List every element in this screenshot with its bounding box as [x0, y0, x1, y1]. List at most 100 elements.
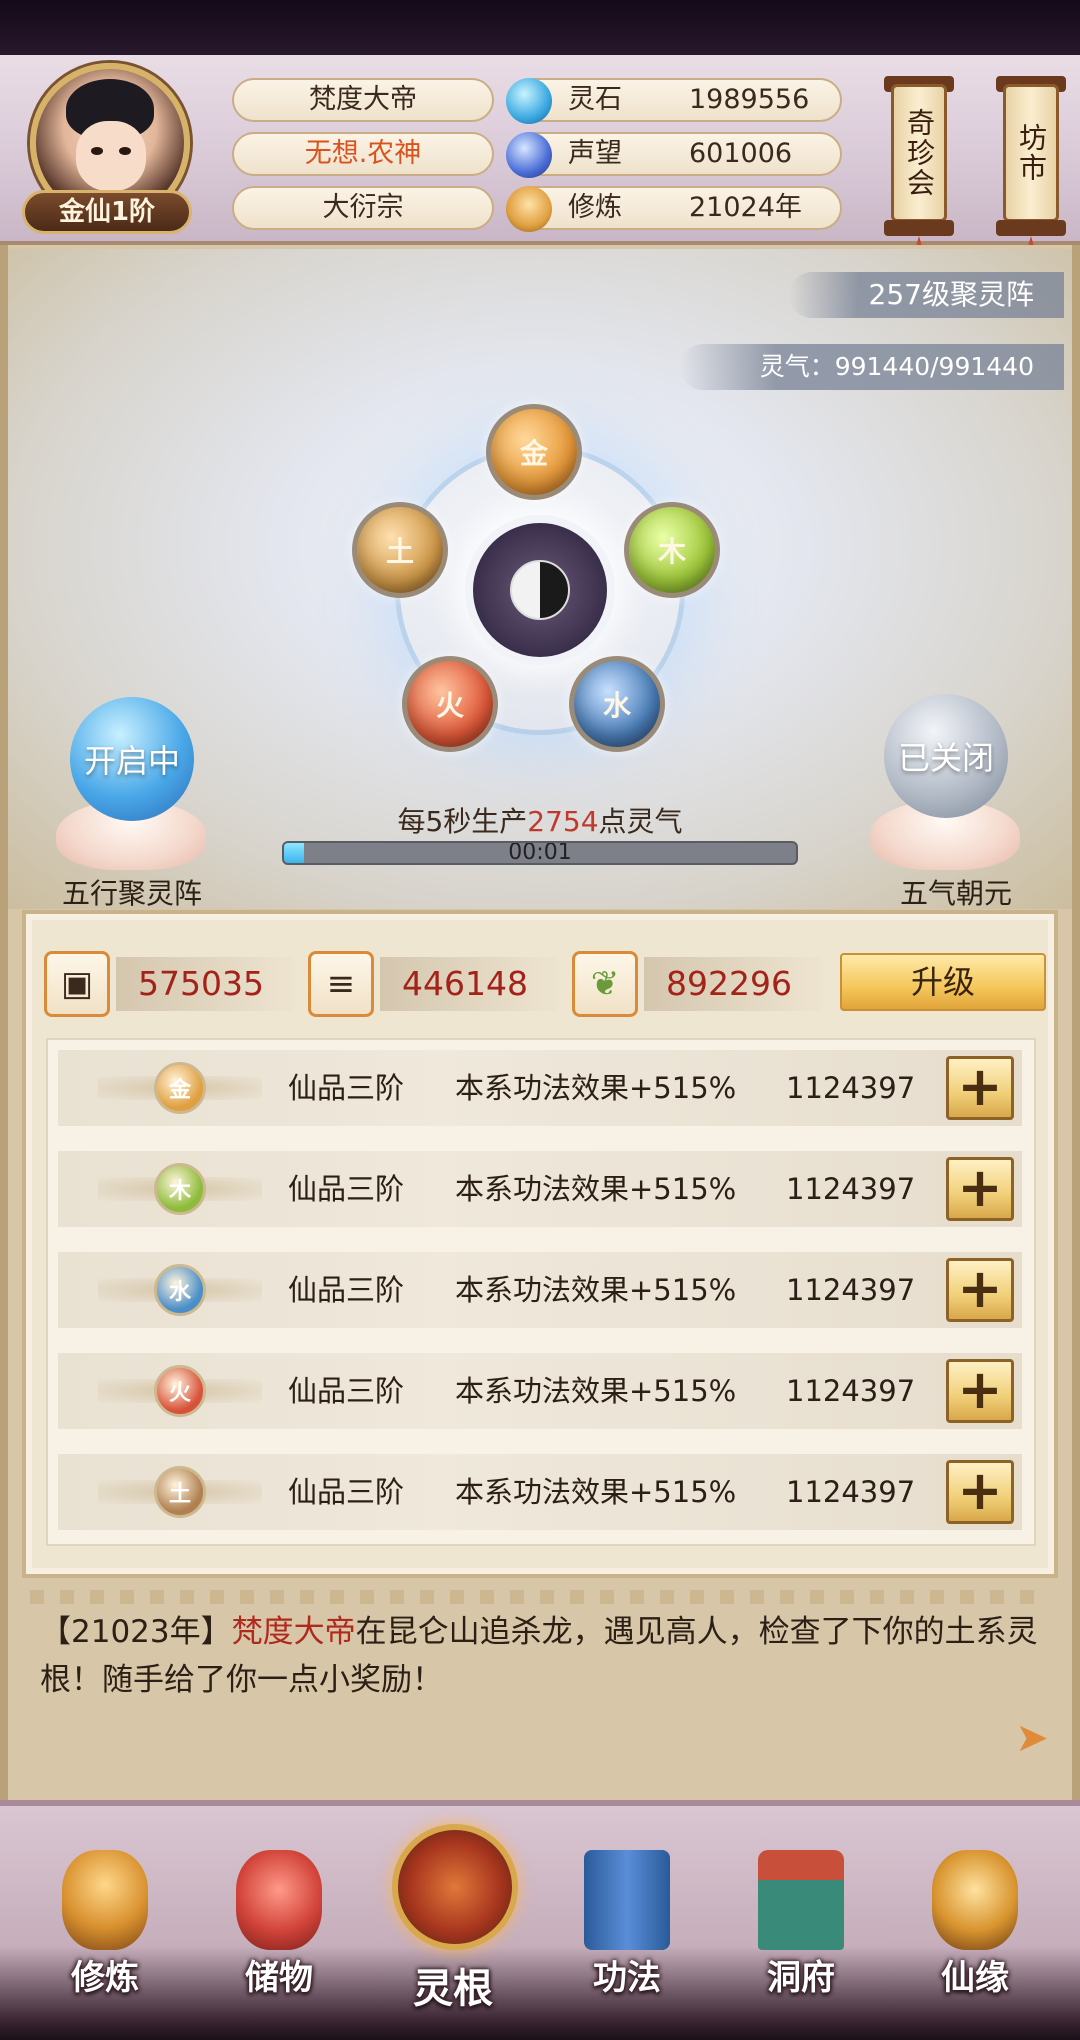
- nav-cultivate[interactable]: 修炼: [30, 1832, 180, 2022]
- upgrade-button[interactable]: 升级: [840, 953, 1046, 1011]
- element-value: 1124397: [786, 1071, 916, 1105]
- nav-spirit-root[interactable]: 灵根: [378, 1824, 528, 2022]
- immortal-fate-icon: [932, 1850, 1018, 1950]
- resource-label: 灵石: [568, 84, 622, 115]
- nav-technique[interactable]: 功法: [552, 1832, 702, 2022]
- element-value: 1124397: [786, 1172, 916, 1206]
- element-badge-icon: 木: [154, 1163, 206, 1215]
- resource-value: 1989556: [689, 84, 810, 115]
- element-grade: 仙品三阶: [288, 1374, 405, 1408]
- qi-banner: 灵气：991440/991440: [679, 344, 1064, 390]
- log-year: 【21023年】: [40, 1614, 232, 1650]
- production-rate: 每5秒生产2754点灵气: [300, 800, 780, 840]
- avatar-eye-icon: [91, 147, 103, 155]
- element-grade: 仙品三阶: [288, 1273, 405, 1307]
- scroll-cap: [996, 220, 1066, 236]
- nav-label: 修炼: [71, 1958, 139, 1998]
- element-effect: 本系功法效果+515%: [455, 1071, 737, 1105]
- five-qi-toggle[interactable]: 已关闭: [884, 694, 1008, 818]
- element-upgrade-button[interactable]: +: [946, 1157, 1014, 1221]
- nav-label: 储物: [245, 1958, 313, 1998]
- element-grade: 仙品三阶: [288, 1172, 405, 1206]
- nav-label: 灵根: [413, 1965, 493, 2012]
- element-upgrade-button[interactable]: +: [946, 1359, 1014, 1423]
- nav-label: 功法: [593, 1958, 661, 1998]
- formation-level-banner: 257级聚灵阵: [788, 272, 1064, 318]
- element-badge-icon: 水: [154, 1264, 206, 1316]
- metal-orb[interactable]: 金: [486, 404, 582, 500]
- cave-abode-icon: [758, 1850, 844, 1950]
- element-badge-icon: 金: [154, 1062, 206, 1114]
- wood-icon[interactable]: ≡: [308, 951, 374, 1017]
- top-bar: [0, 0, 1080, 62]
- element-badge-icon: 火: [154, 1365, 206, 1417]
- five-element-label: 五行聚灵阵: [61, 877, 202, 910]
- player-sect[interactable]: 大衍宗: [232, 186, 494, 230]
- element-row: 火 仙品三阶 本系功法效果+515% 1124397 +: [58, 1353, 1022, 1429]
- earth-orb[interactable]: 土: [352, 502, 448, 598]
- nav-label: 仙缘: [941, 1958, 1009, 1998]
- wood-orb[interactable]: 木: [624, 502, 720, 598]
- yinyang-icon[interactable]: [465, 515, 615, 665]
- taiji-symbol-icon: [510, 560, 570, 620]
- element-row: 金 仙品三阶 本系功法效果+515% 1124397 +: [58, 1050, 1022, 1126]
- nav-storage[interactable]: 储物: [204, 1832, 354, 2022]
- five-qi-label: 五气朝元: [899, 877, 1012, 910]
- market-button[interactable]: 坊市: [1003, 84, 1059, 222]
- fire-orb[interactable]: 火: [402, 656, 498, 752]
- ore-icon[interactable]: ▣: [44, 951, 110, 1017]
- element-upgrade-button[interactable]: +: [946, 1258, 1014, 1322]
- wood-value: 446148: [380, 957, 558, 1011]
- nav-immortal-fate[interactable]: 仙缘: [900, 1832, 1050, 2022]
- avatar-eye-icon: [119, 147, 131, 155]
- resource-label: 修炼: [568, 192, 622, 223]
- treasure-shop-button[interactable]: 奇珍会: [891, 84, 947, 222]
- spirit-stone-icon: [506, 78, 552, 124]
- element-upgrade-button[interactable]: +: [946, 1056, 1014, 1120]
- cultivate-icon: [62, 1850, 148, 1950]
- log-player-name[interactable]: 梵度大帝: [232, 1614, 356, 1650]
- element-effect: 本系功法效果+515%: [455, 1273, 737, 1307]
- nav-cave-abode[interactable]: 洞府: [726, 1832, 876, 2022]
- spirit-root-icon: [392, 1824, 518, 1950]
- five-element-toggle[interactable]: 开启中: [70, 697, 194, 821]
- resource-cultivation: 修炼 21024年: [506, 186, 842, 232]
- resource-value: 21024年: [689, 192, 802, 223]
- element-effect: 本系功法效果+515%: [455, 1172, 737, 1206]
- storage-bag-icon: [236, 1850, 322, 1950]
- progress-time: 00:01: [508, 841, 572, 865]
- resource-value: 601006: [689, 138, 793, 169]
- element-row: 水 仙品三阶 本系功法效果+515% 1124397 +: [58, 1252, 1022, 1328]
- avatar-face: [76, 121, 146, 191]
- element-row: 土 仙品三阶 本系功法效果+515% 1124397 +: [58, 1454, 1022, 1530]
- resource-spirit-stone: 灵石 1989556: [506, 78, 842, 124]
- resource-reputation: 声望 601006: [506, 132, 842, 178]
- player-name: 梵度大帝: [232, 78, 494, 122]
- element-effect: 本系功法效果+515%: [455, 1374, 737, 1408]
- resource-label: 声望: [568, 138, 622, 169]
- water-orb[interactable]: 水: [569, 656, 665, 752]
- element-value: 1124397: [786, 1475, 916, 1509]
- technique-book-icon: [584, 1850, 670, 1950]
- next-arrow-icon[interactable]: ➤: [1010, 1716, 1054, 1760]
- element-grade: 仙品三阶: [288, 1071, 405, 1105]
- element-upgrade-button[interactable]: +: [946, 1460, 1014, 1524]
- element-value: 1124397: [786, 1273, 916, 1307]
- event-log: 【21023年】梵度大帝在昆仑山追杀龙，遇见高人，检查了下你的土系灵根！随手给了…: [40, 1608, 1040, 1704]
- herb-icon[interactable]: ❦: [572, 951, 638, 1017]
- element-value: 1124397: [786, 1374, 916, 1408]
- herb-value: 892296: [644, 957, 822, 1011]
- player-title[interactable]: 无想.农神: [232, 132, 494, 176]
- production-suffix: 点灵气: [598, 805, 683, 838]
- element-row: 木 仙品三阶 本系功法效果+515% 1124397 +: [58, 1151, 1022, 1227]
- element-badge-icon: 土: [154, 1466, 206, 1518]
- cultivation-icon: [506, 186, 552, 232]
- element-grade: 仙品三阶: [288, 1475, 405, 1509]
- nav-label: 洞府: [767, 1958, 835, 1998]
- production-prefix: 每5秒生产: [397, 805, 528, 838]
- rank-badge: 金仙1阶: [22, 190, 192, 234]
- reputation-icon: [506, 132, 552, 178]
- element-effect: 本系功法效果+515%: [455, 1475, 737, 1509]
- scroll-cap: [884, 220, 954, 236]
- production-amount: 2754: [527, 805, 599, 838]
